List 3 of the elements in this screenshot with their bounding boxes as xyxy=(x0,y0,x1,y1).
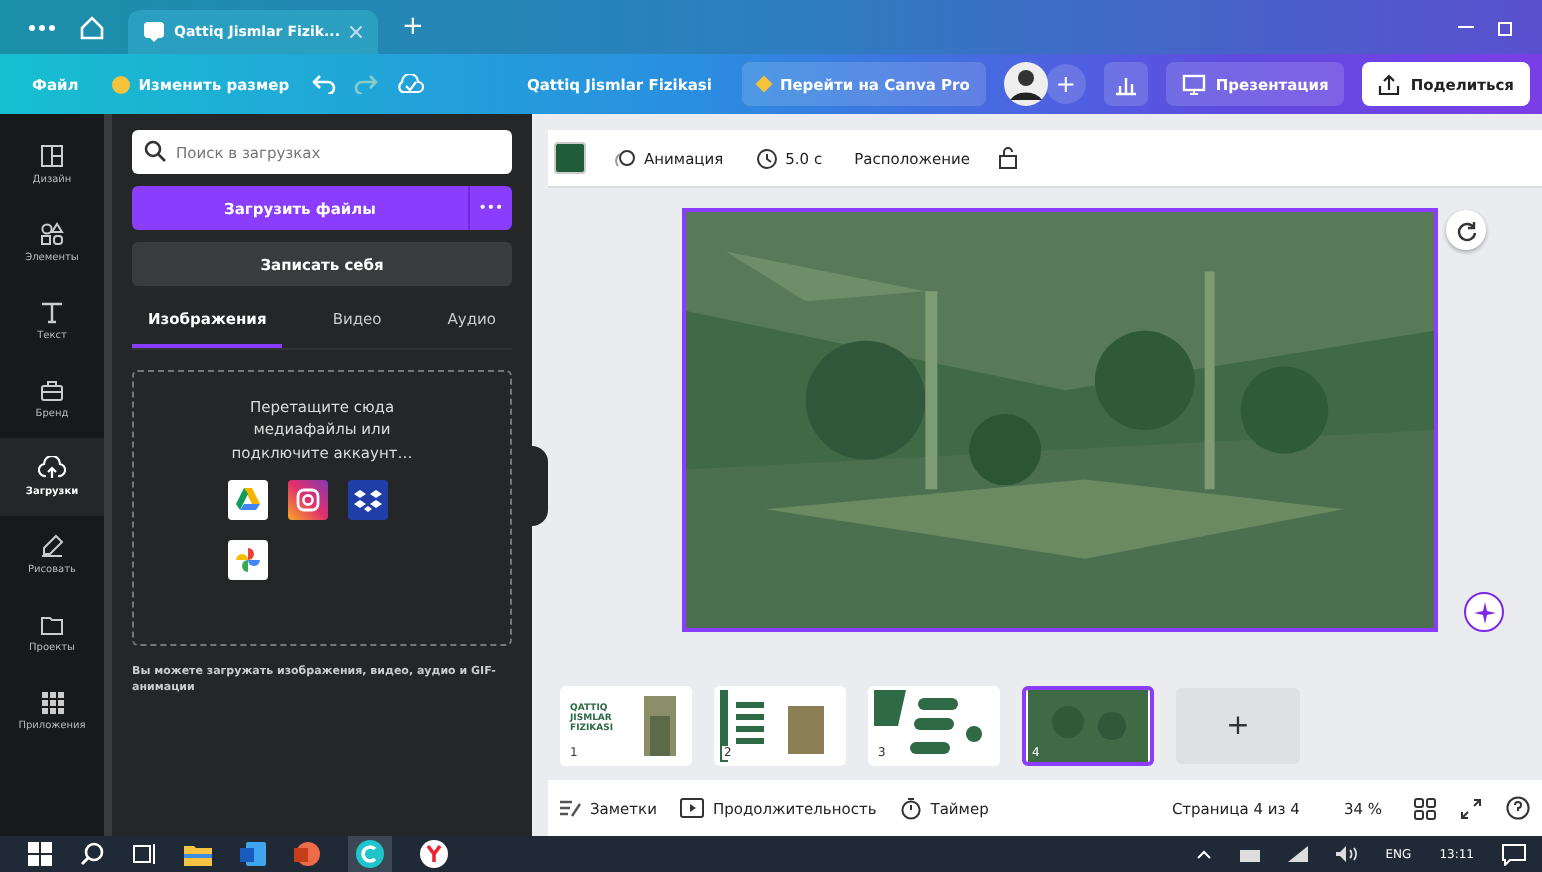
new-tab-button[interactable]: + xyxy=(401,12,424,42)
add-person-button[interactable]: + xyxy=(1045,64,1086,104)
add-page-button[interactable]: + xyxy=(1176,688,1300,764)
